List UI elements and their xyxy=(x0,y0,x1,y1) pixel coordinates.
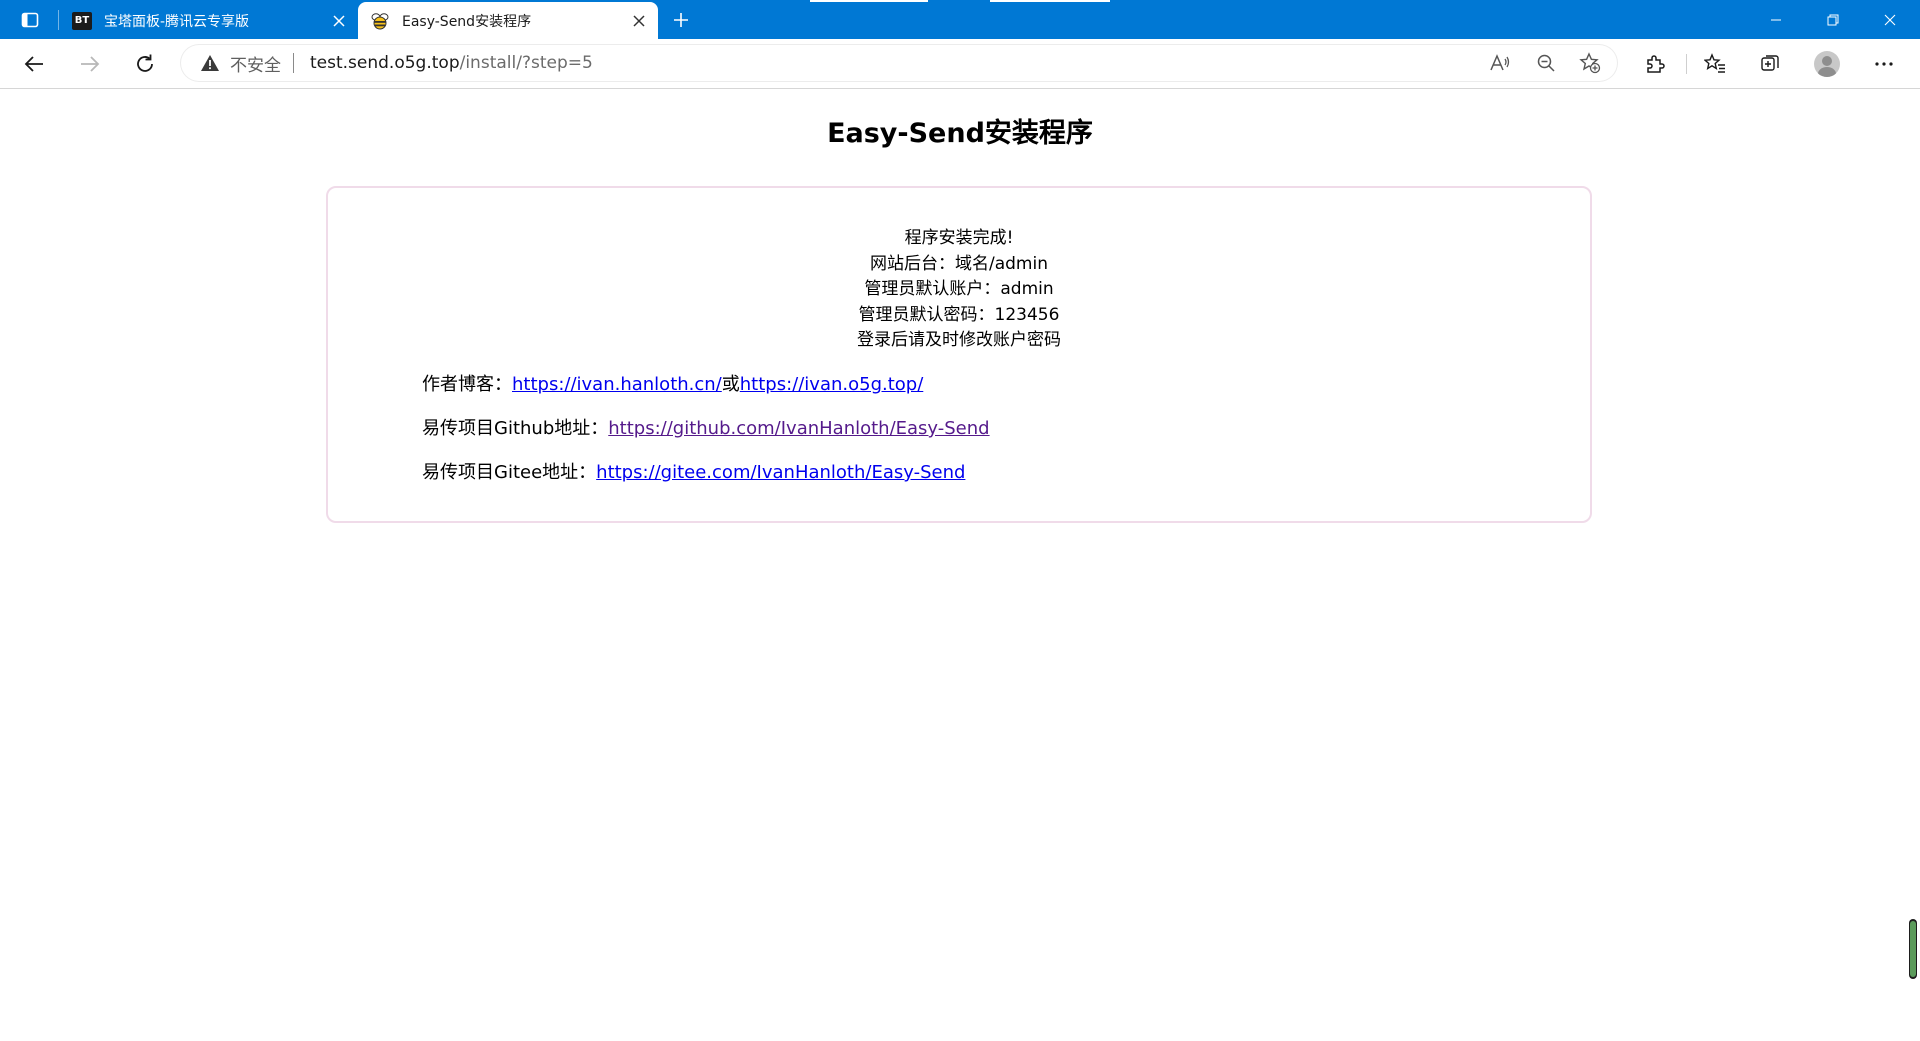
install-message: 程序安装完成! 网站后台：域名/admin 管理员默认账户：admin 管理员默… xyxy=(328,226,1590,354)
message-line: 管理员默认账户：admin xyxy=(864,279,1054,299)
avatar xyxy=(1814,51,1840,77)
favorites-button[interactable] xyxy=(1697,46,1733,82)
bt-favicon-text: BT xyxy=(72,11,92,30)
tab-separator xyxy=(58,10,59,30)
gitee-link[interactable]: https://gitee.com/IvanHanloth/Easy-Send xyxy=(596,462,965,483)
address-separator xyxy=(293,53,294,73)
settings-menu-button[interactable] xyxy=(1866,46,1902,82)
minimize-icon xyxy=(1771,19,1781,20)
tab-title: 宝塔面板-腾讯云专享版 xyxy=(104,13,250,30)
title-bar-accent xyxy=(810,0,928,2)
warning-icon[interactable] xyxy=(200,53,220,73)
bt-favicon-icon: BT xyxy=(72,11,92,31)
browser-toolbar: 不安全 test.send.o5g.top/install/?step=5 xyxy=(0,39,1920,89)
url-host: test.send.o5g.top xyxy=(310,53,460,73)
security-label[interactable]: 不安全 xyxy=(230,51,281,76)
tab-easy-send[interactable]: Easy-Send安装程序 xyxy=(358,2,658,39)
title-bar-accent xyxy=(990,0,1110,2)
github-line: 易传项目Github地址：https://github.com/IvanHanl… xyxy=(422,414,990,440)
close-tab-icon[interactable] xyxy=(624,6,654,36)
message-line: 登录后请及时修改账户密码 xyxy=(857,330,1061,350)
message-line: 程序安装完成! xyxy=(904,228,1014,248)
author-blog-line: 作者博客：https://ivan.hanloth.cn/或https://iv… xyxy=(422,370,923,396)
gitee-line: 易传项目Gitee地址：https://gitee.com/IvanHanlot… xyxy=(422,458,965,484)
arrow-right-icon xyxy=(81,56,100,72)
tab-actions-icon xyxy=(21,12,39,28)
blog-link-o5g[interactable]: https://ivan.o5g.top/ xyxy=(740,374,924,395)
puzzle-icon xyxy=(1647,55,1665,73)
title-bar: BT 宝塔面板-腾讯云专享版 Easy-Send安装程序 xyxy=(0,0,1920,39)
restore-icon xyxy=(1827,14,1839,25)
blog-link-hanloth[interactable]: https://ivan.hanloth.cn/ xyxy=(512,374,722,395)
refresh-icon xyxy=(137,54,153,72)
tab-title: Easy-Send安装程序 xyxy=(402,13,532,30)
profile-button[interactable] xyxy=(1809,46,1845,82)
add-favorite-icon[interactable] xyxy=(1574,48,1606,78)
vertical-scrollbar[interactable] xyxy=(1906,89,1920,1041)
blog-label: 作者博客： xyxy=(422,374,512,395)
install-complete-card: 程序安装完成! 网站后台：域名/admin 管理员默认账户：admin 管理员默… xyxy=(326,186,1592,523)
message-line: 网站后台：域名/admin xyxy=(870,253,1048,274)
arrow-left-icon xyxy=(24,56,43,72)
forward-button[interactable] xyxy=(72,46,108,82)
close-window-button[interactable] xyxy=(1862,0,1918,39)
collections-icon xyxy=(1761,55,1779,71)
gitee-label: 易传项目Gitee地址： xyxy=(422,462,597,483)
url-path: /install/?step=5 xyxy=(459,53,593,73)
scrollbar-thumb[interactable] xyxy=(1910,921,1916,977)
github-label: 易传项目Github地址： xyxy=(422,418,609,439)
more-horizontal-icon xyxy=(1875,62,1893,66)
message-line: 管理员默认密码：123456 xyxy=(858,304,1060,325)
github-link[interactable]: https://github.com/IvanHanloth/Easy-Send xyxy=(608,418,989,439)
refresh-button[interactable] xyxy=(127,46,163,82)
plus-icon xyxy=(674,13,688,27)
back-button[interactable] xyxy=(16,46,52,82)
restore-button[interactable] xyxy=(1805,0,1861,39)
close-icon xyxy=(1884,14,1896,25)
tab-baota-panel[interactable]: BT 宝塔面板-腾讯云专享版 xyxy=(60,2,358,39)
zoom-out-icon[interactable] xyxy=(1530,48,1562,78)
blog-or-text: 或 xyxy=(721,374,740,395)
favorites-icon xyxy=(1704,53,1725,73)
bee-favicon-icon xyxy=(370,11,390,31)
page-title: Easy-Send安装程序 xyxy=(827,118,1093,149)
extensions-button[interactable] xyxy=(1637,46,1673,82)
collections-button[interactable] xyxy=(1752,46,1788,82)
address-bar[interactable]: 不安全 test.send.o5g.top/install/?step=5 xyxy=(180,44,1618,82)
page-content: Easy-Send安装程序 程序安装完成! 网站后台：域名/admin 管理员默… xyxy=(0,89,1906,1041)
new-tab-button[interactable] xyxy=(664,4,698,36)
toolbar-separator xyxy=(1686,54,1687,74)
url-text[interactable]: test.send.o5g.top/install/?step=5 xyxy=(310,53,593,73)
close-tab-icon[interactable] xyxy=(324,6,354,36)
tab-actions-button[interactable] xyxy=(12,4,48,36)
read-aloud-icon[interactable] xyxy=(1484,48,1516,78)
minimize-button[interactable] xyxy=(1748,0,1804,39)
